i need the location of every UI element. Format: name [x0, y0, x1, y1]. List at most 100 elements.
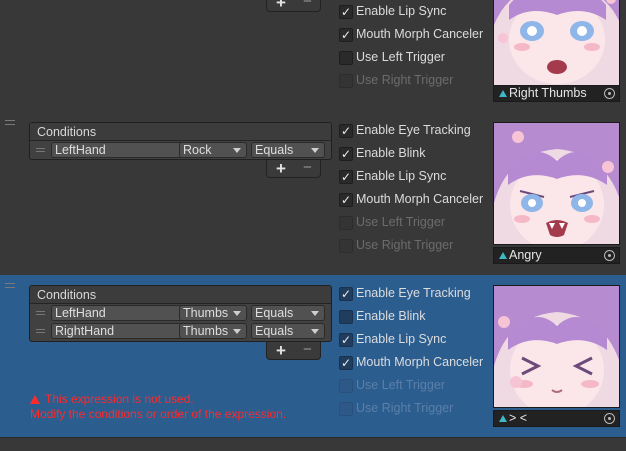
remove-condition-button[interactable]: − [303, 0, 312, 10]
expression-row-1[interactable]: + − ✓ Enable Lip Sync ✓ Mouth Morph Canc… [0, 0, 626, 106]
condition-list-footer: + − [266, 341, 321, 360]
dropdown-value: LeftHand [55, 143, 106, 157]
checkmark-icon[interactable]: ✓ [339, 287, 353, 301]
dropdown-value: Equals [255, 143, 294, 157]
toggle-label: Use Left Trigger [356, 50, 445, 64]
asset-name: Angry [509, 248, 542, 262]
object-picker-icon[interactable] [604, 250, 615, 261]
condition-entry: RightHand Thumbs Equals [30, 322, 331, 340]
toggle-label: Use Right Trigger [356, 73, 454, 87]
object-picker-icon[interactable] [604, 88, 615, 99]
expression-asset-field[interactable]: Angry [493, 247, 620, 264]
drag-handle-icon[interactable] [36, 329, 45, 333]
expression-row-3[interactable]: Conditions LeftHand Thumbs Equals RightH… [0, 275, 626, 437]
toggle-enable-blink[interactable]: Enable Blink [339, 308, 489, 326]
toggle-label: Enable Lip Sync [356, 332, 447, 346]
checkbox-empty[interactable] [339, 51, 353, 65]
chevron-down-icon [233, 148, 241, 153]
condition-entry: LeftHand Rock Equals [30, 141, 331, 159]
mode-dropdown[interactable]: Equals [251, 142, 325, 158]
toggle-use-left-trigger[interactable]: Use Left Trigger [339, 49, 489, 67]
drag-handle-icon[interactable] [36, 148, 45, 152]
chevron-down-icon [311, 311, 319, 316]
checkmark-icon[interactable]: ✓ [339, 170, 353, 184]
toggle-mouth-morph-canceler[interactable]: ✓ Mouth Morph Canceler [339, 354, 489, 372]
expression-asset-field[interactable]: Right Thumbs [493, 85, 620, 102]
add-condition-button[interactable]: + [276, 160, 286, 177]
checkmark-icon[interactable]: ✓ [339, 193, 353, 207]
dropdown-value: Equals [255, 324, 294, 338]
checkbox-empty [339, 239, 353, 253]
expression-asset-field[interactable]: > < [493, 410, 620, 427]
drag-handle-icon[interactable] [5, 283, 15, 288]
toggle-label: Enable Blink [356, 309, 426, 323]
toggle-label: Enable Eye Tracking [356, 123, 471, 137]
toggle-label: Enable Eye Tracking [356, 286, 471, 300]
dropdown-value: Rock [183, 143, 212, 157]
expression-asset-icon [499, 90, 507, 97]
drag-handle-icon[interactable] [36, 311, 45, 315]
asset-name: Right Thumbs [509, 86, 587, 100]
chevron-down-icon [233, 329, 241, 334]
list-bottom [0, 437, 626, 451]
toggle-label: Use Right Trigger [356, 401, 454, 415]
gesture-dropdown[interactable]: Thumbs [179, 323, 247, 339]
toggle-enable-eye-tracking[interactable]: ✓ Enable Eye Tracking [339, 285, 489, 303]
add-condition-button[interactable]: + [276, 0, 286, 11]
checkmark-icon[interactable]: ✓ [339, 333, 353, 347]
warning-line-1: This expression is not used. [45, 392, 194, 406]
mode-dropdown[interactable]: Equals [251, 323, 325, 339]
toggle-enable-lip-sync[interactable]: ✓ Enable Lip Sync [339, 331, 489, 349]
expression-asset-icon [499, 252, 507, 259]
gesture-dropdown[interactable]: Thumbs [179, 305, 247, 321]
drag-handle-icon[interactable] [5, 120, 15, 125]
chevron-down-icon [233, 311, 241, 316]
chevron-down-icon [311, 329, 319, 334]
checkbox-empty [339, 74, 353, 88]
checkmark-icon[interactable]: ✓ [339, 5, 353, 19]
checkmark-icon[interactable]: ✓ [339, 356, 353, 370]
toggle-mouth-morph-canceler[interactable]: ✓ Mouth Morph Canceler [339, 191, 489, 209]
remove-condition-button[interactable]: − [303, 341, 312, 358]
toggle-enable-lip-sync[interactable]: ✓ Enable Lip Sync [339, 3, 489, 21]
expression-thumbnail[interactable] [493, 122, 620, 245]
expression-asset-icon [499, 415, 507, 422]
dropdown-value: Thumbs [183, 324, 229, 338]
toggle-use-right-trigger: Use Right Trigger [339, 400, 489, 418]
checkbox-empty[interactable] [339, 310, 353, 324]
object-picker-icon[interactable] [604, 413, 615, 424]
toggle-enable-blink[interactable]: ✓ Enable Blink [339, 145, 489, 163]
checkmark-icon[interactable]: ✓ [339, 28, 353, 42]
toggle-mouth-morph-canceler[interactable]: ✓ Mouth Morph Canceler [339, 26, 489, 44]
mode-dropdown[interactable]: Equals [251, 305, 325, 321]
toggle-label: Use Left Trigger [356, 215, 445, 229]
dropdown-value: Thumbs [183, 306, 229, 320]
dropdown-value: RightHand [55, 324, 115, 338]
toggle-label: Enable Lip Sync [356, 4, 447, 18]
toggle-label: Enable Blink [356, 146, 426, 160]
expression-thumbnail[interactable] [493, 0, 620, 87]
toggle-label: Mouth Morph Canceler [356, 27, 484, 41]
conditions-header: Conditions [30, 286, 331, 304]
asset-name: > < [509, 411, 528, 425]
checkbox-empty [339, 216, 353, 230]
toggle-label: Mouth Morph Canceler [356, 355, 484, 369]
toggle-use-right-trigger: Use Right Trigger [339, 237, 489, 255]
remove-condition-button[interactable]: − [303, 159, 312, 176]
expression-thumbnail[interactable] [493, 285, 620, 408]
toggle-label: Use Left Trigger [356, 378, 445, 392]
toggle-enable-eye-tracking[interactable]: ✓ Enable Eye Tracking [339, 122, 489, 140]
checkmark-icon[interactable]: ✓ [339, 147, 353, 161]
add-condition-button[interactable]: + [276, 342, 286, 359]
gesture-dropdown[interactable]: Rock [179, 142, 247, 158]
conditions-list: Conditions LeftHand Thumbs Equals RightH… [29, 285, 332, 342]
toggle-label: Mouth Morph Canceler [356, 192, 484, 206]
condition-list-footer: + − [266, 0, 321, 12]
dropdown-value: Equals [255, 306, 294, 320]
warning-triangle-icon [30, 395, 40, 404]
toggle-enable-lip-sync[interactable]: ✓ Enable Lip Sync [339, 168, 489, 186]
toggle-label: Enable Lip Sync [356, 169, 447, 183]
conditions-list: Conditions LeftHand Rock Equals [29, 122, 332, 160]
expression-row-2[interactable]: Conditions LeftHand Rock Equals + − ✓ En… [0, 112, 626, 272]
checkmark-icon[interactable]: ✓ [339, 124, 353, 138]
